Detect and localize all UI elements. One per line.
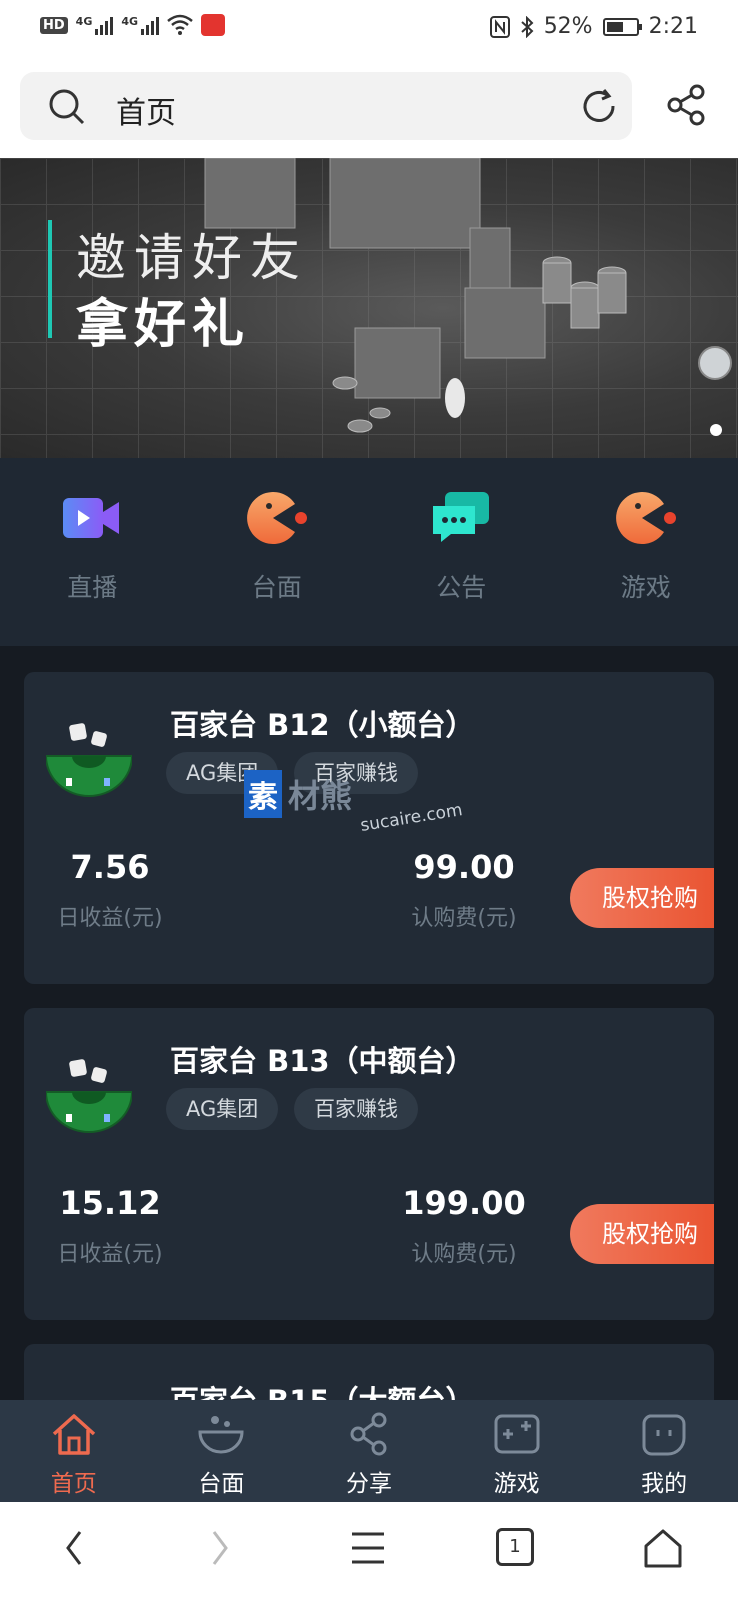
search-input[interactable]: 首页 — [20, 72, 632, 140]
tab-label: 首页 — [50, 1471, 97, 1497]
card-title: 百家台 B12（小额台） — [170, 708, 475, 742]
back-button[interactable] — [62, 1528, 86, 1572]
browser-nav-bar: 1 — [0, 1502, 738, 1600]
tab-label: 台面 — [198, 1471, 245, 1497]
tab-games[interactable]: 游戏 — [443, 1400, 591, 1502]
tab-label: 我的 — [641, 1471, 688, 1497]
pacman-icon — [246, 492, 307, 544]
tab-share[interactable]: 分享 — [295, 1400, 443, 1502]
nfc-icon — [489, 15, 510, 38]
search-header: 首页 — [0, 56, 738, 158]
menu-icon — [352, 1532, 384, 1564]
share-icon[interactable] — [666, 84, 706, 126]
status-left: HD 4G 4G — [40, 14, 226, 36]
bottom-tab-bar: 首页 台面 分享 游戏 我的 — [0, 1400, 738, 1502]
daily-income-value: 15.12 — [59, 1184, 161, 1222]
watermark-text: 材熊 — [288, 777, 353, 815]
battery-percent: 52% — [543, 14, 593, 39]
home-outline-icon — [644, 1529, 682, 1568]
fee-label: 认购费(元) — [411, 1242, 517, 1267]
status-right: 52% 2:21 — [489, 14, 698, 39]
clock: 2:21 — [648, 14, 698, 39]
quick-menu-tables[interactable]: 台面 — [185, 458, 370, 646]
banner-subtitle: 拿好礼 — [76, 295, 251, 355]
battery-icon — [602, 17, 642, 36]
quick-menu-games[interactable]: 游戏 — [554, 458, 738, 646]
quick-menu: 直播 台面 公告 游戏 — [0, 458, 738, 646]
pacman-icon — [615, 492, 676, 544]
chat-float-icon[interactable] — [698, 346, 732, 380]
quick-menu-label: 直播 — [67, 573, 118, 602]
quick-menu-live[interactable]: 直播 — [0, 458, 185, 646]
table-bowl-icon — [198, 1416, 244, 1454]
banner-page-indicator — [710, 424, 722, 436]
chat-bubbles-icon — [433, 492, 490, 542]
forward-icon — [212, 1531, 228, 1565]
tab-profile[interactable]: 我的 — [590, 1400, 738, 1502]
signal-icon-2: 4G — [121, 15, 160, 35]
banner-accent-bar — [48, 220, 52, 338]
watermark: 素材熊 sucaire.com — [244, 770, 464, 836]
search-icon — [49, 89, 85, 125]
equity-buy-button[interactable]: 股权抢购 — [570, 868, 714, 928]
product-card[interactable]: 百家台 B13（中额台） AG集团 百家赚钱 15.12 日收益(元) 199.… — [24, 1008, 714, 1320]
card-title: 百家台 B13（中额台） — [170, 1044, 475, 1078]
quick-menu-label: 台面 — [251, 573, 302, 602]
banner-title: 邀请好友 — [76, 229, 308, 287]
search-text: 首页 — [116, 96, 176, 131]
tabs-icon[interactable]: 1 — [496, 1528, 534, 1566]
refresh-icon[interactable] — [580, 87, 618, 125]
baccarat-table-icon — [46, 723, 132, 797]
tag-company: AG集团 — [166, 1088, 279, 1130]
wifi-icon — [167, 14, 193, 35]
daily-income-value: 7.56 — [70, 848, 150, 886]
hd-icon: HD — [40, 16, 68, 34]
signal-icon: 4G — [76, 15, 114, 35]
quick-menu-notices[interactable]: 公告 — [369, 458, 554, 646]
daily-income-label: 日收益(元) — [57, 1242, 163, 1267]
network-type-2: 4G — [121, 15, 139, 28]
fee-value: 99.00 — [413, 848, 515, 886]
bluetooth-icon — [521, 15, 534, 38]
network-type-1: 4G — [75, 15, 93, 28]
baccarat-table-icon — [46, 1059, 132, 1133]
equity-buy-button[interactable]: 股权抢购 — [570, 1204, 714, 1264]
gamepad-icon — [494, 1414, 540, 1454]
daily-income-label: 日收益(元) — [57, 906, 163, 931]
fee-label: 认购费(元) — [411, 906, 517, 931]
home-nav-button[interactable] — [642, 1528, 684, 1574]
app-notification-icon — [201, 14, 226, 36]
tag-category: 百家赚钱 — [294, 1088, 418, 1130]
share-icon — [350, 1412, 387, 1456]
video-camera-icon — [63, 498, 120, 538]
promo-banner[interactable]: 邀请好友 拿好礼 — [0, 158, 738, 458]
fee-value: 199.00 — [402, 1184, 526, 1222]
tab-label: 分享 — [345, 1471, 392, 1497]
tab-tables[interactable]: 台面 — [148, 1400, 296, 1502]
tab-home[interactable]: 首页 — [0, 1400, 148, 1502]
back-icon — [66, 1531, 82, 1565]
status-bar: HD 4G 4G 52% 2:21 — [0, 0, 738, 56]
home-icon — [52, 1414, 95, 1455]
profile-face-icon — [642, 1414, 686, 1456]
menu-button[interactable] — [350, 1528, 386, 1572]
quick-menu-label: 公告 — [436, 573, 487, 602]
quick-menu-label: 游戏 — [620, 573, 671, 602]
forward-button[interactable] — [208, 1528, 232, 1572]
watermark-logo: 素 — [244, 770, 282, 818]
tab-label: 游戏 — [493, 1471, 540, 1497]
